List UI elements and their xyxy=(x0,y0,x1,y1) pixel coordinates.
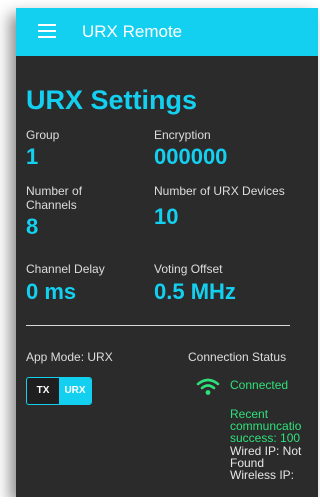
group-value: 1 xyxy=(26,144,39,169)
encryption-value: 000000 xyxy=(154,144,228,169)
channel-delay-label: Channel Delay xyxy=(26,262,105,276)
page-title: URX Settings xyxy=(26,85,198,115)
toggle-urx-option[interactable]: URX xyxy=(59,378,91,404)
connection-status-label: Connection Status xyxy=(188,350,287,364)
channels-value: 8 xyxy=(26,214,39,239)
divider xyxy=(26,325,290,326)
hamburger-menu-icon[interactable] xyxy=(38,24,56,38)
toggle-tx-option[interactable]: TX xyxy=(27,378,59,404)
urx-devices-value: 10 xyxy=(154,204,179,229)
encryption-label: Encryption xyxy=(154,128,211,142)
channel-delay-value: 0 ms xyxy=(26,279,77,304)
connection-status-value: Connected xyxy=(230,378,289,392)
app-title: URX Remote xyxy=(82,22,183,41)
app-mode-label: App Mode: URX xyxy=(26,350,113,364)
channels-label-line1: Number of xyxy=(26,184,83,198)
recent-line-3: success: 100 xyxy=(230,431,301,445)
voting-offset-label: Voting Offset xyxy=(154,262,223,276)
wireless-ip-line: Wireless IP: xyxy=(230,468,295,482)
app-window: URX Remote URX Settings Group 1 Encrypti… xyxy=(16,8,318,497)
channels-label-line2: Channels xyxy=(26,198,77,212)
urx-devices-label: Number of URX Devices xyxy=(154,184,285,198)
app-bar: URX Remote xyxy=(16,8,318,56)
voting-offset-value: 0.5 MHz xyxy=(154,279,236,304)
group-label: Group xyxy=(26,128,60,142)
wifi-icon xyxy=(196,378,220,395)
mode-toggle[interactable]: TX URX xyxy=(26,377,92,405)
